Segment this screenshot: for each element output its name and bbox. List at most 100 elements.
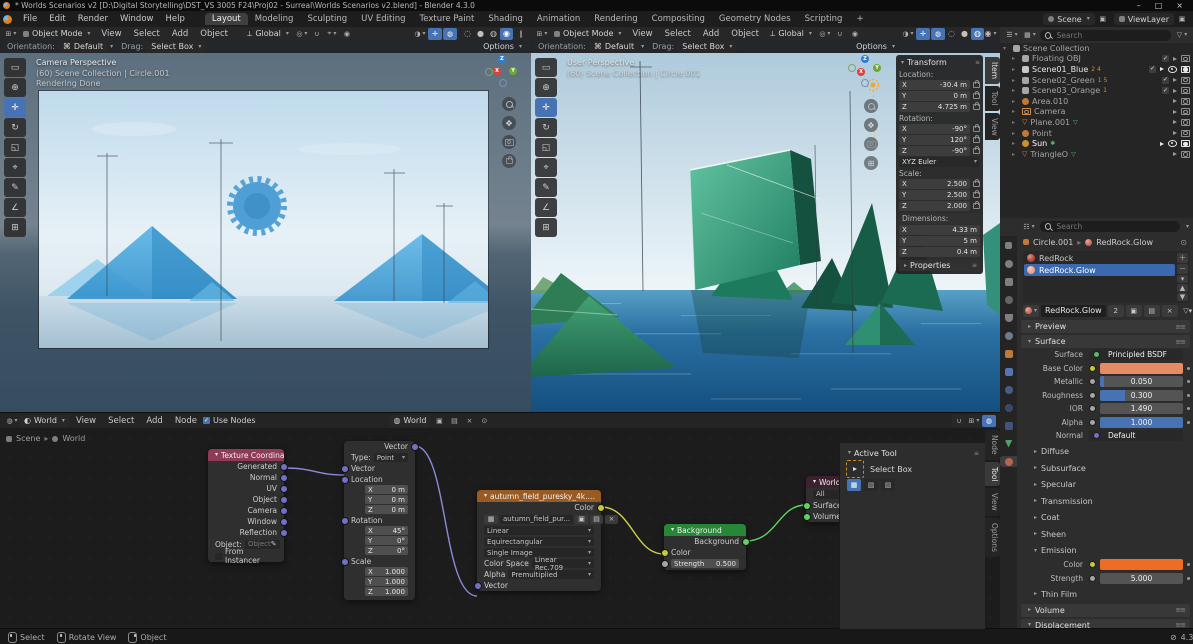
outliner-row-sun[interactable]: ▸Sun ✱ [1000,138,1193,149]
pause-render-button[interactable]: ‖ [514,28,528,40]
image-name-field[interactable]: autumn_field_pur... [500,515,573,524]
display-mode-icon[interactable]: ▦▾ [1023,29,1037,41]
overlays-toggle-icon[interactable]: ◍ [931,28,945,40]
lock-icon[interactable] [973,93,980,99]
tab-render[interactable] [1000,258,1017,269]
snap-mode-icon[interactable]: ⊞▾ [967,415,981,427]
mapping-scale-y[interactable]: Y1.000 [365,577,408,586]
panel-subsurface[interactable]: ▸Subsurface [1027,461,1190,476]
gizmo-y-neg[interactable] [485,68,493,76]
minimize-button[interactable]: – [1137,1,1141,10]
mapping-loc-x[interactable]: X0 m [365,485,408,494]
tool-scale-icon[interactable]: ◱ [535,138,557,157]
selectable-icon[interactable] [1173,120,1177,124]
tool-rotate-icon[interactable]: ↻ [535,118,557,137]
gizmo-z-neg[interactable] [499,79,507,87]
shader-type-selector[interactable]: ◐ World▾ [19,415,70,427]
shading-material-icon[interactable]: ◍ [487,28,500,40]
tool-transform-icon[interactable]: ⌖ [535,158,557,177]
selectable-icon[interactable] [1173,78,1177,82]
tab-tool[interactable]: Tool [985,462,1000,487]
mode-selector[interactable]: Object Mode▾ [18,28,95,40]
shading-wireframe-icon[interactable]: ◌ [945,28,958,40]
selectable-icon[interactable] [1160,142,1164,146]
material-slot-redrock[interactable]: RedRock [1024,252,1175,264]
gizmo-x-axis[interactable]: X [493,67,501,75]
gizmo-z-axis[interactable]: Z [861,55,869,63]
socket-background-out[interactable] [742,538,750,546]
surface-shader-dropdown[interactable]: Principled BSDF [1089,349,1183,360]
tab-options[interactable]: Options [985,518,1000,557]
collection-checkbox[interactable]: ✓ [1162,55,1169,62]
render-visibility-icon[interactable] [1181,108,1190,115]
scene-selector[interactable]: Scene▾ [1043,13,1094,25]
render-visibility-icon[interactable] [1181,66,1190,73]
proportional-edit-icon[interactable]: ◉ [848,28,862,40]
location-y-field[interactable]: Y0 m [899,91,970,101]
fake-user-icon[interactable]: ▣ [1126,305,1142,317]
navigation-gizmo[interactable]: Z X Y [485,55,519,85]
socket-uv[interactable] [280,485,288,493]
collection-checkbox[interactable]: ✓ [1149,66,1156,73]
menu-edit[interactable]: Edit [43,14,71,24]
blender-menu-icon[interactable] [3,15,12,24]
maximize-button[interactable]: □ [1155,1,1163,10]
scale-x-field[interactable]: X2.500 [899,179,970,189]
editor-type-icon[interactable]: ☷▾ [1022,221,1036,233]
lock-icon[interactable] [973,148,980,154]
overlays-node-icon[interactable]: ◍ [982,415,996,427]
material-name-field[interactable]: RedRock.Glow [1041,305,1106,317]
workspace-tab-texture-paint[interactable]: Texture Paint [413,13,482,25]
mapping-loc-y[interactable]: Y0 m [365,495,408,504]
tab-particles[interactable] [1000,384,1017,395]
scale-y-field[interactable]: Y2.500 [899,190,970,200]
object-menu[interactable]: Object [725,29,765,39]
gizmo-z-axis[interactable]: Z [498,55,506,63]
menu-window[interactable]: Window [114,14,160,24]
browse-material-icon[interactable]: ▾ [1023,305,1039,317]
transform-orientation-selector[interactable]: ⟂ Global▾ [765,28,817,40]
panel-specular[interactable]: ▸Specular [1027,478,1190,493]
mapping-type-dropdown[interactable]: Point▾ [374,453,408,462]
scale-z-field[interactable]: Z2.000 [899,201,970,211]
perspective-toggle-icon[interactable]: ⊞ [864,156,878,170]
tab-material[interactable] [1000,456,1017,467]
tab-scene[interactable] [1000,312,1017,323]
lock-view-icon[interactable] [502,154,516,168]
snap-node-icon[interactable]: ∪ [952,415,966,427]
selectable-icon[interactable] [1173,131,1177,135]
workspace-tab-compositing[interactable]: Compositing [645,13,712,25]
rotation-x-field[interactable]: X-90° [899,124,970,134]
tool-annotate-icon[interactable]: ✎ [4,178,26,197]
socket-surface-in[interactable] [803,502,811,510]
panel-diffuse[interactable]: ▸Diffuse [1027,445,1190,460]
selectable-icon[interactable] [1173,89,1177,93]
socket-generated[interactable] [280,463,288,471]
workspace-tab-geometry-nodes[interactable]: Geometry Nodes [712,13,798,25]
socket-location[interactable] [341,476,349,484]
shading-wireframe-icon[interactable]: ◌ [461,28,474,40]
visibility-dropdown-icon[interactable]: ◑▾ [901,28,915,40]
shading-rendered-icon[interactable]: ◉ [500,28,513,40]
select-mode-extend-icon[interactable]: ▧ [864,479,878,491]
pan-view-icon[interactable]: ✥ [864,118,878,132]
mapping-scale-z[interactable]: Z1.000 [365,587,408,596]
snap-magnet-icon[interactable]: ∪ [310,28,324,40]
panel-displacement[interactable]: ▾Displacement≡≡ [1021,619,1190,629]
normal-input[interactable]: Default [1089,430,1183,441]
pin-icon[interactable]: ⊙ [477,415,491,427]
workspace-tab-shading[interactable]: Shading [481,13,530,25]
remove-slot-button[interactable]: － [1177,264,1188,274]
shading-solid-icon[interactable]: ● [958,28,971,40]
panel-thin-film[interactable]: ▸Thin Film [1027,587,1190,602]
emission-color-swatch[interactable] [1100,559,1183,570]
socket-object[interactable] [280,496,288,504]
shading-solid-icon[interactable]: ● [474,28,487,40]
lock-icon[interactable] [973,181,980,187]
from-instancer-checkbox[interactable] [215,553,222,560]
gizmo-z-neg[interactable] [861,79,869,87]
color-space-dropdown[interactable]: Linear Rec.709▾ [532,559,594,568]
properties-subpanel[interactable]: Properties [910,261,950,270]
visibility-dropdown-icon[interactable]: ◑▾ [413,28,427,40]
node-texture-coordinate[interactable]: ▾Texture Coordinate Generated Normal UV … [208,449,284,562]
